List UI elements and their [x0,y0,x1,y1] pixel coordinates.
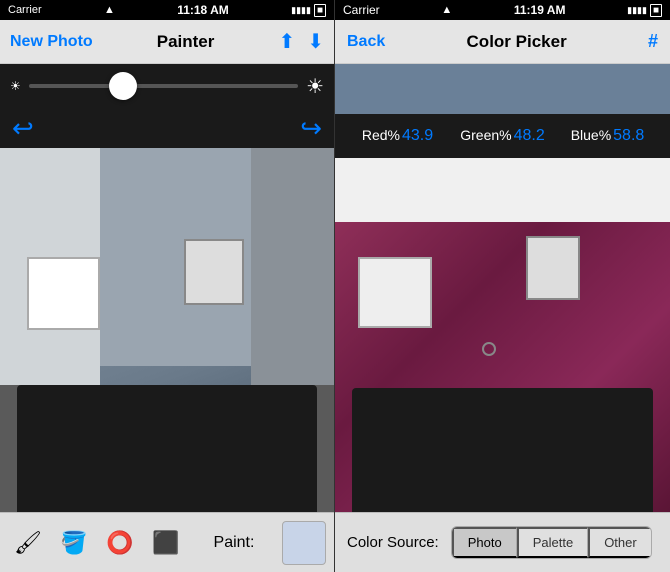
slider-thumb[interactable] [109,72,137,100]
battery-icon-left: ■ [314,4,326,17]
green-value: 48.2 [514,127,545,145]
photo-canvas-right[interactable] [335,158,670,512]
nav-bar-right: Back Color Picker # [335,20,670,64]
green-value-container: Green% 48.2 [450,127,555,145]
blue-value: 58.8 [613,127,644,145]
picture-frame-left [184,239,244,305]
right-panel: Carrier ▲ 11:19 AM ▮▮▮▮ ■ Back Color Pic… [335,0,670,572]
status-bar-left: Carrier ▲ 11:18 AM ▮▮▮▮ ■ [0,0,334,20]
color-source-segmented-control: Photo Palette Other [451,526,652,559]
room-image-left [0,148,334,512]
carrier-right: Carrier [343,3,380,17]
time-right: 11:19 AM [514,3,566,17]
whiteboard-left [27,257,100,330]
whiteboard-right [358,257,432,328]
undo-button[interactable]: ↪ [12,113,34,144]
circle-tool-button[interactable]: ⭕ [100,521,140,565]
ceiling-right [335,158,670,222]
couch-left [17,385,318,512]
carrier-left: Carrier [8,4,42,16]
brush-tool-button[interactable]: 🖌 [8,521,48,565]
new-photo-button[interactable]: New Photo [10,33,93,51]
square-icon: ⬛ [152,530,179,556]
time-left: 11:18 AM [177,3,229,17]
red-value-container: Red% 43.9 [345,127,450,145]
battery-icon-right: ■ [650,4,662,17]
roller-tool-button[interactable]: 🪣 [54,521,94,565]
toolbar-left: 🖌 🪣 ⭕ ⬛ Paint: [0,512,334,572]
back-button[interactable]: Back [347,33,385,51]
wifi-icon-left: ▲ [104,4,115,16]
photo-canvas-left[interactable] [0,148,334,512]
wifi-icon-right: ▲ [441,4,452,16]
room-image-right [335,158,670,512]
painter-title: Painter [157,32,215,52]
photo-source-button[interactable]: Photo [452,527,517,558]
color-source-label: Color Source: [347,534,439,551]
download-button[interactable]: ⬇ [307,29,324,54]
hash-button[interactable]: # [648,31,658,52]
brightness-control: ☀ ☀ [0,64,334,108]
square-tool-button[interactable]: ⬛ [146,521,186,565]
paint-label: Paint: [192,534,276,552]
undo-bar: ↪ ↪ [0,108,334,148]
nav-actions: ⬆ ⬇ [278,29,324,54]
brightness-high-icon: ☀ [306,74,324,99]
circle-icon: ⭕ [106,530,133,556]
nav-bar-left: New Photo Painter ⬆ ⬇ [0,20,334,64]
left-panel: Carrier ▲ 11:18 AM ▮▮▮▮ ■ New Photo Pain… [0,0,335,572]
brush-icon: 🖌 [14,530,42,556]
color-preview-strip [335,64,670,114]
couch-right [352,388,654,512]
brightness-low-icon: ☀ [10,79,21,93]
red-value: 43.9 [402,127,433,145]
palette-source-button[interactable]: Palette [517,527,588,558]
roller-icon: 🪣 [60,530,87,556]
signal-icon-left: ▮▮▮▮ [291,5,311,16]
color-source-bar: Color Source: Photo Palette Other [335,512,670,572]
green-label: Green% [460,127,511,143]
paint-color-swatch[interactable] [282,521,326,565]
color-picker-title: Color Picker [467,32,567,52]
blue-label: Blue% [571,127,611,143]
other-source-button[interactable]: Other [588,527,651,558]
red-label: Red% [362,127,400,143]
rgb-values-bar: Red% 43.9 Green% 48.2 Blue% 58.8 [335,114,670,158]
upload-button[interactable]: ⬆ [278,29,295,54]
picture-frame-right [526,236,580,300]
status-bar-right: Carrier ▲ 11:19 AM ▮▮▮▮ ■ [335,0,670,20]
signal-icon-right: ▮▮▮▮ [627,5,647,16]
blue-value-container: Blue% 58.8 [555,127,660,145]
brightness-slider[interactable] [29,84,298,88]
redo-button[interactable]: ↪ [300,113,322,144]
